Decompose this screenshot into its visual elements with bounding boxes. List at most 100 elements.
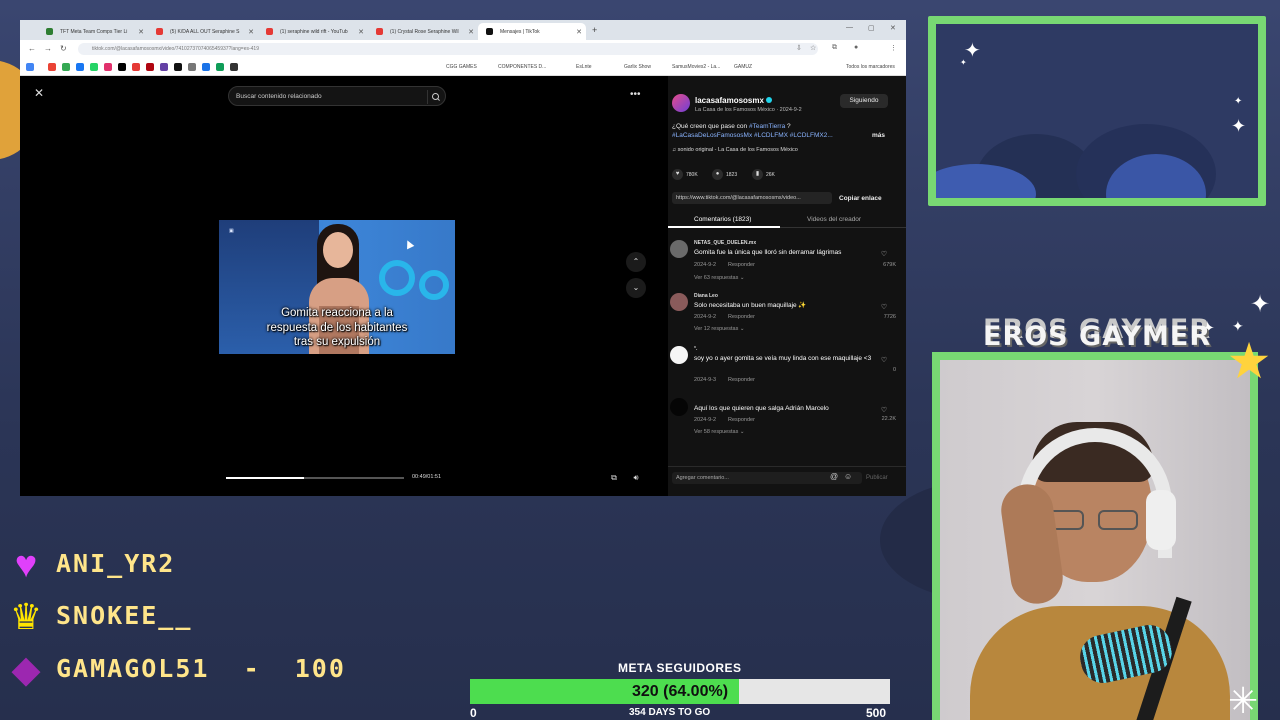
forward-icon[interactable]: → — [44, 44, 52, 53]
menu-dots-icon[interactable]: ⋮ — [890, 44, 897, 52]
bookmarks-bar: CGG GAMES COMPONENTES D... EsLnte Garlix… — [20, 58, 906, 76]
view-replies-button[interactable]: Ver 63 respuestas ⌄ — [694, 275, 744, 281]
event-name: SNOKEE__ — [56, 601, 193, 630]
bookmark-star-icon[interactable]: ☆ — [810, 44, 816, 52]
comment-button[interactable]: ● 1823 — [712, 169, 737, 180]
hashtag-links[interactable]: #LaCasaDeLosFamososMx #LCDLFMX #LCDLFMX2… — [672, 132, 833, 139]
more-options-icon[interactable]: ••• — [630, 89, 641, 100]
bookmark-icon[interactable] — [188, 63, 196, 71]
gmail-icon[interactable] — [48, 63, 56, 71]
next-video-button[interactable]: ⌄ — [626, 278, 646, 298]
volume-icon[interactable]: 🔊︎ — [630, 472, 642, 484]
comment-like-icon[interactable]: ♡ — [878, 406, 890, 414]
copy-link-button[interactable]: Copiar enlace — [839, 195, 882, 202]
bookmark-gamuz[interactable]: GAMUZ — [734, 64, 752, 70]
comment-likes: 7726 — [883, 314, 896, 320]
hashtag-link[interactable]: #TeamTierra — [749, 123, 785, 130]
reply-button[interactable]: Responder — [728, 417, 755, 423]
tab-label: TFT Meta Team Comps Tier Li — [60, 29, 128, 35]
previous-video-button[interactable]: ⌃ — [626, 252, 646, 272]
goal-progress-bar: 320 (64.00%) — [470, 679, 890, 704]
browser-tab-1[interactable]: TFT Meta Team Comps Tier Li ✕ — [38, 23, 148, 40]
post-button[interactable]: Publicar — [866, 475, 888, 481]
search-icon[interactable] — [427, 90, 441, 104]
browser-tab-4[interactable]: (1) Crystal Rose Seraphine Wil ✕ — [368, 23, 478, 40]
sound-link[interactable]: ♫ sonido original - La Casa de los Famos… — [672, 147, 798, 153]
reload-icon[interactable]: ↻ — [60, 44, 67, 53]
video-description: ¿Qué creen que pase con #TeamTierra ? #L… — [672, 122, 864, 140]
bookmark-icon[interactable] — [62, 63, 70, 71]
commenter-avatar[interactable] — [670, 346, 688, 364]
following-button[interactable]: Siguiendo — [840, 94, 888, 108]
video-progress-bar[interactable] — [226, 477, 404, 479]
comment-like-icon[interactable]: ♡ — [878, 356, 890, 364]
browser-tab-2[interactable]: (5) K/DA ALL OUT Seraphine S ✕ — [148, 23, 258, 40]
maximize-icon[interactable]: ▢ — [868, 24, 875, 32]
download-icon[interactable]: ⇩ — [796, 44, 802, 52]
commenter-avatar[interactable] — [670, 293, 688, 311]
bookmark-icon[interactable] — [216, 63, 224, 71]
like-button[interactable]: ♥ 780K — [672, 169, 698, 180]
extensions-icon[interactable]: ⧉ — [832, 44, 837, 52]
commenter-name[interactable]: Diana Leo — [694, 293, 718, 299]
comment-meta: 2024-9-2 Responder — [694, 262, 755, 268]
netflix-icon[interactable] — [146, 63, 154, 71]
view-replies-button[interactable]: Ver 58 respuestas ⌄ — [694, 429, 744, 435]
minimize-icon[interactable]: — — [846, 24, 853, 31]
close-tab-icon[interactable]: ✕ — [138, 28, 144, 36]
url-field[interactable]: tiktok.com/@lacasafamososmx/video/741027… — [78, 43, 818, 55]
bookmark-componentes[interactable]: COMPONENTES D... — [498, 64, 546, 70]
instagram-icon[interactable] — [104, 63, 112, 71]
emoji-icon[interactable]: ☺ — [844, 472, 852, 481]
more-link[interactable]: más — [872, 132, 885, 139]
commenter-name[interactable]: °. — [694, 346, 697, 352]
reply-button[interactable]: Responder — [728, 262, 755, 268]
apps-icon[interactable] — [26, 63, 34, 71]
close-tab-icon[interactable]: ✕ — [248, 28, 254, 36]
comment-like-icon[interactable]: ♡ — [878, 250, 890, 258]
bookmark-icon[interactable] — [230, 63, 238, 71]
video-player[interactable]: ▣ Gomita reacciona a la respuesta de los… — [219, 220, 455, 354]
browser-tab-5-active[interactable]: Mensajes | TikTok ✕ — [478, 23, 586, 40]
browser-tab-3[interactable]: (1) seraphine wild rift - YouTub ✕ — [258, 23, 368, 40]
tab-comments[interactable]: Comentarios (1823) — [694, 216, 751, 223]
commenter-name[interactable]: NETAS_QUE_DUELEN.mx — [694, 240, 756, 246]
view-replies-button[interactable]: Ver 12 respuestas ⌄ — [694, 326, 744, 332]
new-tab-icon[interactable]: + — [592, 25, 597, 35]
bookmark-icon[interactable] — [202, 63, 210, 71]
profile-icon[interactable]: ● — [854, 44, 858, 51]
whatsapp-icon[interactable] — [90, 63, 98, 71]
all-bookmarks[interactable]: Todos los marcadores — [846, 64, 895, 70]
bookmark-garlix[interactable]: Garlix Show — [624, 64, 651, 70]
reply-button[interactable]: Responder — [728, 314, 755, 320]
close-window-icon[interactable]: ✕ — [890, 24, 896, 32]
commenter-avatar[interactable] — [670, 398, 688, 416]
tab-creator-videos[interactable]: Videos del creador — [807, 216, 861, 223]
bookmark-samusmovies[interactable]: SamusMovies2 - La... — [672, 64, 720, 70]
search-input[interactable]: Buscar contenido relacionado — [228, 86, 446, 106]
bookmark-cgg-games[interactable]: CGG GAMES — [446, 64, 477, 70]
add-comment-bar: Agregar comentario... @ ☺ Publicar — [668, 466, 906, 486]
headphone-earcup — [1146, 490, 1176, 550]
close-tab-icon[interactable]: ✕ — [468, 28, 474, 36]
comment-like-icon[interactable]: ♡ — [878, 303, 890, 311]
close-video-icon[interactable]: ✕ — [32, 86, 46, 100]
bookmark-icon: ▮ — [752, 169, 763, 180]
facebook-icon[interactable] — [76, 63, 84, 71]
bookmark-eslnte[interactable]: EsLnte — [576, 64, 592, 70]
reply-button[interactable]: Responder — [728, 377, 755, 383]
close-tab-icon[interactable]: ✕ — [576, 28, 582, 36]
mention-icon[interactable]: @ — [830, 472, 838, 481]
video-link-field[interactable]: https://www.tiktok.com/@lacasafamososmx/… — [672, 192, 832, 204]
x-icon[interactable] — [118, 63, 126, 71]
save-button[interactable]: ▮ 26K — [752, 169, 775, 180]
commenter-avatar[interactable] — [670, 240, 688, 258]
back-icon[interactable]: ← — [28, 44, 36, 53]
tiktok-icon[interactable] — [174, 63, 182, 71]
creator-avatar[interactable] — [672, 94, 690, 112]
pip-icon[interactable]: ⧉ — [608, 472, 620, 484]
close-tab-icon[interactable]: ✕ — [358, 28, 364, 36]
creator-username[interactable]: lacasafamososmx — [695, 96, 772, 105]
youtube-icon[interactable] — [132, 63, 140, 71]
twitch-icon[interactable] — [160, 63, 168, 71]
